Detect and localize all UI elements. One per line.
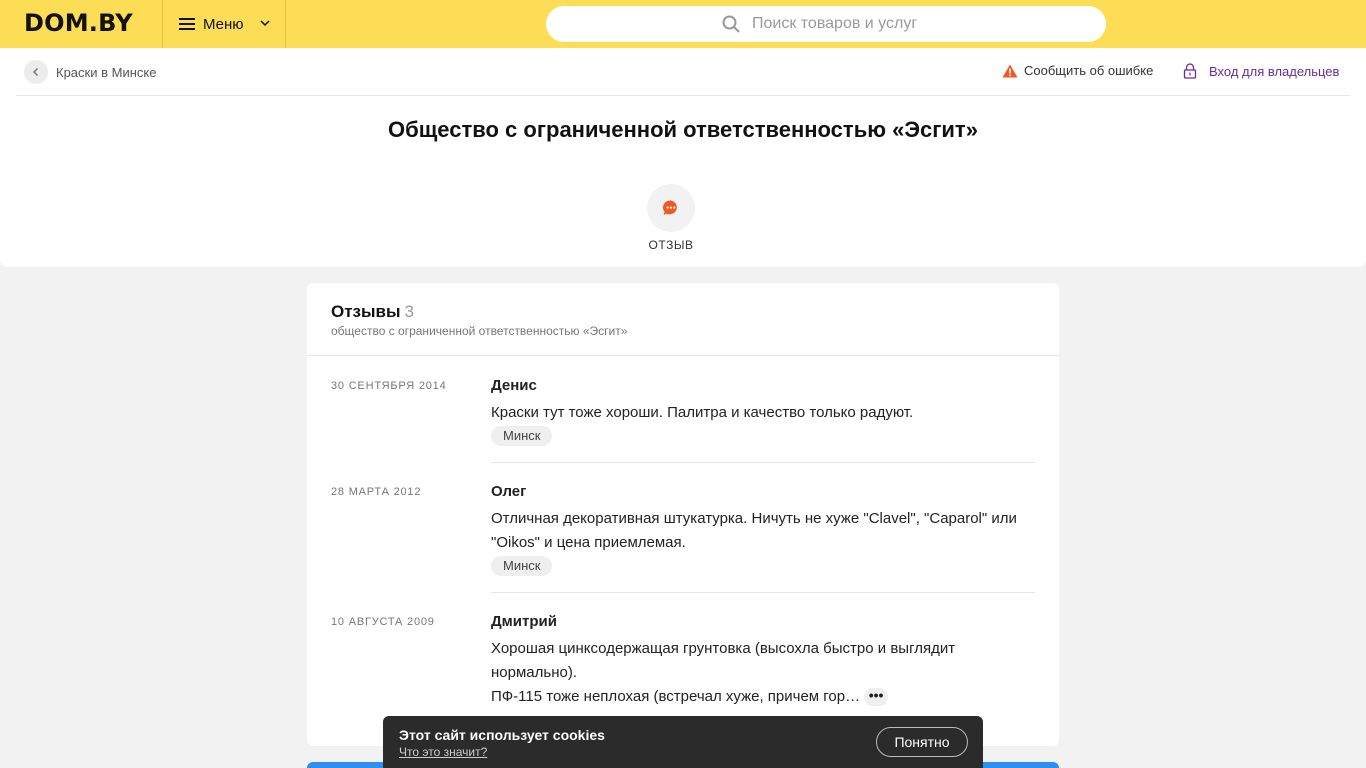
page-title: Общество с ограниченной ответственностью… [388, 117, 978, 142]
review-date: 30 сентября 2014 [331, 380, 447, 392]
review-text-line: Хорошая цинксодержащая грунтовка (высохл… [491, 640, 956, 681]
review-text-line: ПФ-115 тоже неплохая (встречал хуже, при… [491, 685, 1031, 709]
divider [307, 355, 1059, 356]
review-text: Хорошая цинксодержащая грунтовка (высохл… [491, 637, 1031, 709]
report-error-label: Сообщить об ошибке [1024, 63, 1154, 78]
review-author: Олег [491, 483, 527, 500]
breadcrumb[interactable]: Краски в Минске [24, 60, 156, 84]
lock-icon [1183, 63, 1197, 79]
menu-button[interactable]: Меню [162, 0, 286, 48]
write-review-button[interactable] [647, 184, 695, 232]
chevron-down-icon [260, 20, 270, 27]
company-header-section [0, 48, 1366, 267]
review-text-truncated: ПФ-115 тоже неплохая (встречал хуже, при… [491, 688, 861, 705]
write-review-label: ОТЗЫВ [648, 238, 694, 252]
search-box[interactable] [546, 6, 1106, 42]
back-button[interactable] [24, 60, 48, 84]
owner-login-link[interactable]: Вход для владельцев [1183, 63, 1339, 79]
divider [491, 462, 1035, 463]
review-author: Денис [491, 377, 537, 394]
divider [491, 592, 1035, 593]
menu-label: Меню [203, 15, 244, 33]
cookie-title: Этот сайт использует cookies [399, 727, 605, 743]
divider [16, 95, 1350, 96]
hamburger-icon [179, 18, 195, 30]
warning-icon [1002, 64, 1018, 77]
reviews-count: 3 [404, 302, 414, 321]
reviews-subtitle: общество с ограниченной ответственностью… [331, 324, 628, 338]
review-author: Дмитрий [491, 613, 557, 630]
report-error-link[interactable]: Сообщить об ошибке [1002, 63, 1153, 78]
reviews-heading-text: Отзывы [331, 302, 401, 321]
search-input[interactable] [752, 6, 1092, 42]
breadcrumb-link[interactable]: Краски в Минске [56, 65, 156, 80]
review-text: Отличная декоративная штукатурка. Ничуть… [491, 510, 1017, 551]
chevron-left-icon [32, 67, 39, 77]
speech-bubble-icon [663, 200, 677, 215]
review-text: Краски тут тоже хороши. Палитра и качест… [491, 404, 914, 421]
expand-review-button[interactable]: ••• [864, 688, 889, 707]
reviews-card: Отзывы 3 общество с ограниченной ответств… [307, 283, 1059, 746]
cookie-banner: Этот сайт использует cookies Что это зна… [383, 716, 983, 768]
review-date: 28 марта 2012 [331, 486, 422, 498]
reviews-heading: Отзывы 3 [331, 302, 414, 322]
site-logo[interactable]: DOM.BY [24, 9, 133, 37]
review-city-tag[interactable]: Минск [491, 556, 553, 576]
review-date: 10 августа 2009 [331, 616, 435, 628]
review-city-tag[interactable]: Минск [491, 426, 553, 446]
search-icon [722, 15, 740, 33]
top-header: DOM.BY Меню [0, 0, 1366, 48]
owner-login-label: Вход для владельцев [1209, 63, 1340, 79]
cookie-info-link[interactable]: Что это значит? [399, 745, 487, 759]
cookie-accept-button[interactable]: Понятно [876, 727, 968, 757]
